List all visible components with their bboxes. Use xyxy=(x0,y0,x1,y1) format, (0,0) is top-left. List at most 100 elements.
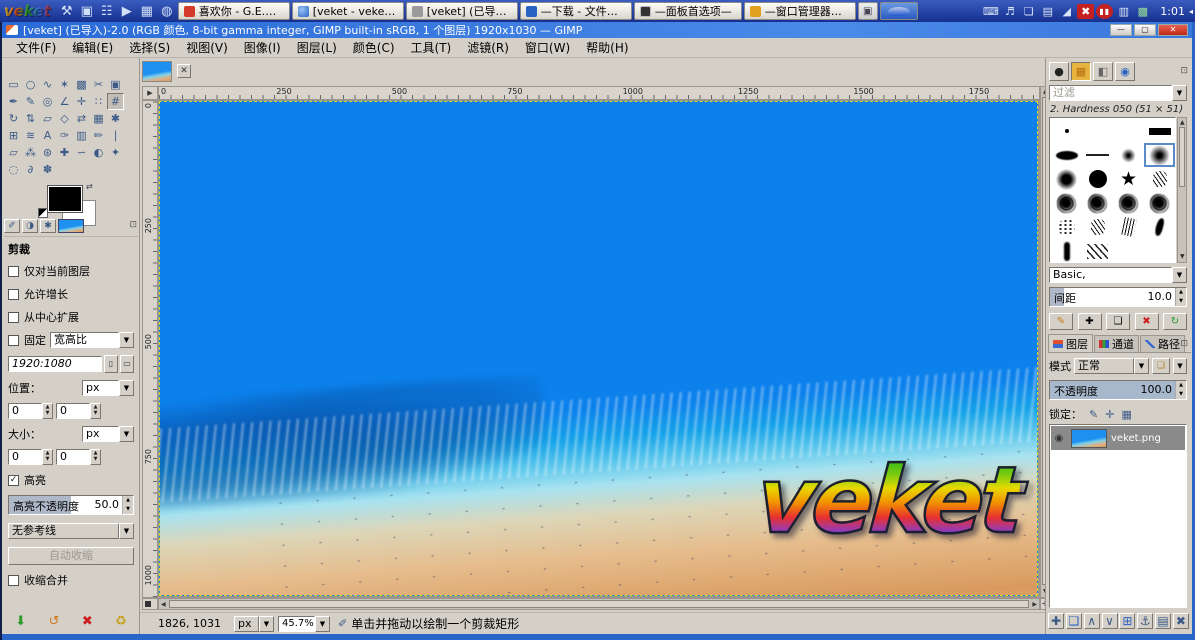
dodge-burn-tool[interactable]: ◐ xyxy=(90,144,107,161)
menu-item-9[interactable]: 窗口(W) xyxy=(517,37,578,58)
mypaint-brush-tool[interactable]: ✦ xyxy=(107,144,124,161)
new-group-button[interactable]: ❏ xyxy=(1065,613,1082,629)
refresh-brushes-button[interactable]: ↻ xyxy=(1163,313,1187,330)
select-by-color-tool[interactable]: ▩ xyxy=(73,76,90,93)
rotate-tool[interactable]: ↻ xyxy=(5,110,22,127)
globe-icon[interactable]: ◍ xyxy=(158,2,176,20)
cage-transform-tool[interactable]: ▦ xyxy=(90,110,107,127)
clipboard-icon[interactable]: ▤ xyxy=(1039,4,1056,19)
checkbox-highlight[interactable]: ✓ 高亮 xyxy=(8,472,134,488)
brush-item[interactable] xyxy=(1144,239,1175,263)
scroll-thumb[interactable] xyxy=(1179,127,1185,187)
reset-tool-options-button[interactable]: ♻ xyxy=(115,614,127,629)
keyboard-icon[interactable]: ⌨ xyxy=(982,4,999,19)
brush-item[interactable] xyxy=(1144,215,1175,239)
merge-layer-button[interactable]: ▤ xyxy=(1155,613,1172,629)
brush-item[interactable] xyxy=(1082,119,1113,143)
menu-item-7[interactable]: 工具(T) xyxy=(403,37,460,58)
active-image-thumbnail[interactable] xyxy=(58,219,84,233)
maximize-button[interactable]: ▢ xyxy=(1134,24,1156,36)
volume-icon[interactable]: ♬ xyxy=(1001,4,1018,19)
lower-layer-button[interactable]: ∨ xyxy=(1101,613,1118,629)
crop-tool[interactable]: # xyxy=(107,93,124,110)
menu-item-5[interactable]: 图层(L) xyxy=(289,37,345,58)
delete-brush-button[interactable]: ✖ xyxy=(1134,313,1159,330)
brush-item[interactable] xyxy=(1144,167,1175,191)
brush-item[interactable] xyxy=(1051,215,1082,239)
menu-item-2[interactable]: 选择(S) xyxy=(121,37,178,58)
move-tool[interactable]: ✛ xyxy=(73,93,90,110)
scissors-select-tool[interactable]: ✂ xyxy=(90,76,107,93)
screenshot-tray-icon[interactable]: ▩ xyxy=(1134,4,1151,19)
veket-logo[interactable]: veket xyxy=(4,2,51,20)
rect-select-tool[interactable]: ▭ xyxy=(5,76,22,93)
brush-item[interactable] xyxy=(1082,239,1113,263)
hammer-icon[interactable]: ⚒ xyxy=(58,2,76,20)
scroll-right-icon[interactable]: ▶ xyxy=(1032,600,1037,610)
edit-brush-button[interactable]: ✎ xyxy=(1049,313,1073,330)
clone-tool[interactable]: ⊛ xyxy=(39,144,56,161)
align-tool[interactable]: ∷ xyxy=(90,93,107,110)
brush-set-dropdown[interactable]: Basic, ▼ xyxy=(1049,266,1187,283)
perspective-tool[interactable]: ◇ xyxy=(56,110,73,127)
layers-menu-icon[interactable]: ⊡ xyxy=(1180,339,1188,349)
menu-item-10[interactable]: 帮助(H) xyxy=(578,37,636,58)
ellipse-select-tool[interactable]: ○ xyxy=(22,76,39,93)
lock-alpha-icon[interactable]: ▦ xyxy=(1121,408,1131,421)
brush-item[interactable] xyxy=(1113,239,1144,263)
landscape-orientation-button[interactable]: ▭ xyxy=(120,355,134,373)
duplicate-brush-button[interactable]: ❏ xyxy=(1106,313,1130,330)
menu-item-0[interactable]: 文件(F) xyxy=(8,37,64,58)
quickmask-toggle[interactable] xyxy=(142,598,158,610)
aspect-ratio-input[interactable]: 1920:1080 xyxy=(8,355,102,373)
scroll-thumb[interactable] xyxy=(169,600,1029,608)
delete-tool-preset-button[interactable]: ✖ xyxy=(82,614,93,629)
taskbar-window-tweak[interactable]: —窗口管理器微调— xyxy=(743,2,856,20)
fixed-kind-dropdown[interactable]: 宽高比 ▼ xyxy=(50,332,134,348)
swap-colors-icon[interactable]: ⇄ xyxy=(86,182,93,191)
duplicate-layer-button[interactable]: ⊞ xyxy=(1119,613,1136,629)
brush-item[interactable] xyxy=(1082,191,1113,215)
brush-item[interactable] xyxy=(1144,119,1175,143)
portrait-orientation-button[interactable]: ▯ xyxy=(104,355,118,373)
measure-tool[interactable]: ∠ xyxy=(56,93,73,110)
bucket-fill-tool[interactable]: ▥ xyxy=(73,127,90,144)
status-unit-dropdown[interactable]: px ▼ xyxy=(234,615,274,632)
tab-patterns[interactable]: ▦ xyxy=(1071,62,1091,81)
layer-row[interactable]: ◉ veket.png xyxy=(1051,426,1185,450)
keep-alpha-button[interactable]: ❏ xyxy=(1152,358,1170,374)
dock-menu-icon[interactable]: ⊡ xyxy=(1180,66,1188,76)
brush-item[interactable] xyxy=(1113,191,1144,215)
scale-tool[interactable]: ⇅ xyxy=(22,110,39,127)
free-select-tool[interactable]: ∿ xyxy=(39,76,56,93)
layer-opacity-slider[interactable]: 不透明度 100.0 ▲ ▼ xyxy=(1049,380,1187,400)
brush-item[interactable] xyxy=(1082,215,1113,239)
brush-item[interactable] xyxy=(1113,143,1144,167)
foreground-color-swatch[interactable] xyxy=(48,186,82,212)
ruler-corner-menu-button[interactable]: ▶ xyxy=(142,86,158,100)
brush-item[interactable] xyxy=(1113,119,1144,143)
checkbox-expand-center[interactable]: 从中心扩展 xyxy=(8,309,134,325)
foreground-select-tool[interactable]: ▣ xyxy=(107,76,124,93)
taskbar-window-panel[interactable]: —面板首选项— xyxy=(633,2,742,20)
brush-spacing-slider[interactable]: 间距 10.0 ▲ ▼ xyxy=(1049,287,1187,307)
size-unit-dropdown[interactable]: px ▼ xyxy=(82,426,134,442)
tab-tool-options[interactable]: ✐ xyxy=(4,219,20,233)
active-window-button[interactable] xyxy=(879,2,918,20)
delete-layer-button[interactable]: ✖ xyxy=(1172,613,1189,629)
brush-item[interactable]: ★ xyxy=(1113,167,1144,191)
guides-dropdown[interactable]: 无参考线 ▼ xyxy=(8,522,134,540)
taskbar-clock[interactable]: 1:01 xyxy=(1160,5,1185,18)
checkbox-fixed[interactable]: 固定 xyxy=(8,332,46,348)
paintbrush-tool[interactable]: ∣ xyxy=(107,127,124,144)
tab-paths[interactable]: 路径 xyxy=(1140,335,1185,352)
tab-fonts[interactable]: ◉ xyxy=(1115,62,1135,81)
highlight-opacity-slider[interactable]: 高亮不透明度 50.0 ▲ ▼ xyxy=(8,495,134,515)
save-tool-preset-button[interactable]: ⬇ xyxy=(15,614,26,629)
menu-item-4[interactable]: 图像(I) xyxy=(236,37,289,58)
autoshrink-button[interactable]: 自动收缩 xyxy=(8,547,134,565)
brush-item[interactable] xyxy=(1051,143,1082,167)
brush-item[interactable] xyxy=(1113,215,1144,239)
windows-stack-icon[interactable]: ❏ xyxy=(1020,4,1037,19)
menu-item-1[interactable]: 编辑(E) xyxy=(64,37,121,58)
